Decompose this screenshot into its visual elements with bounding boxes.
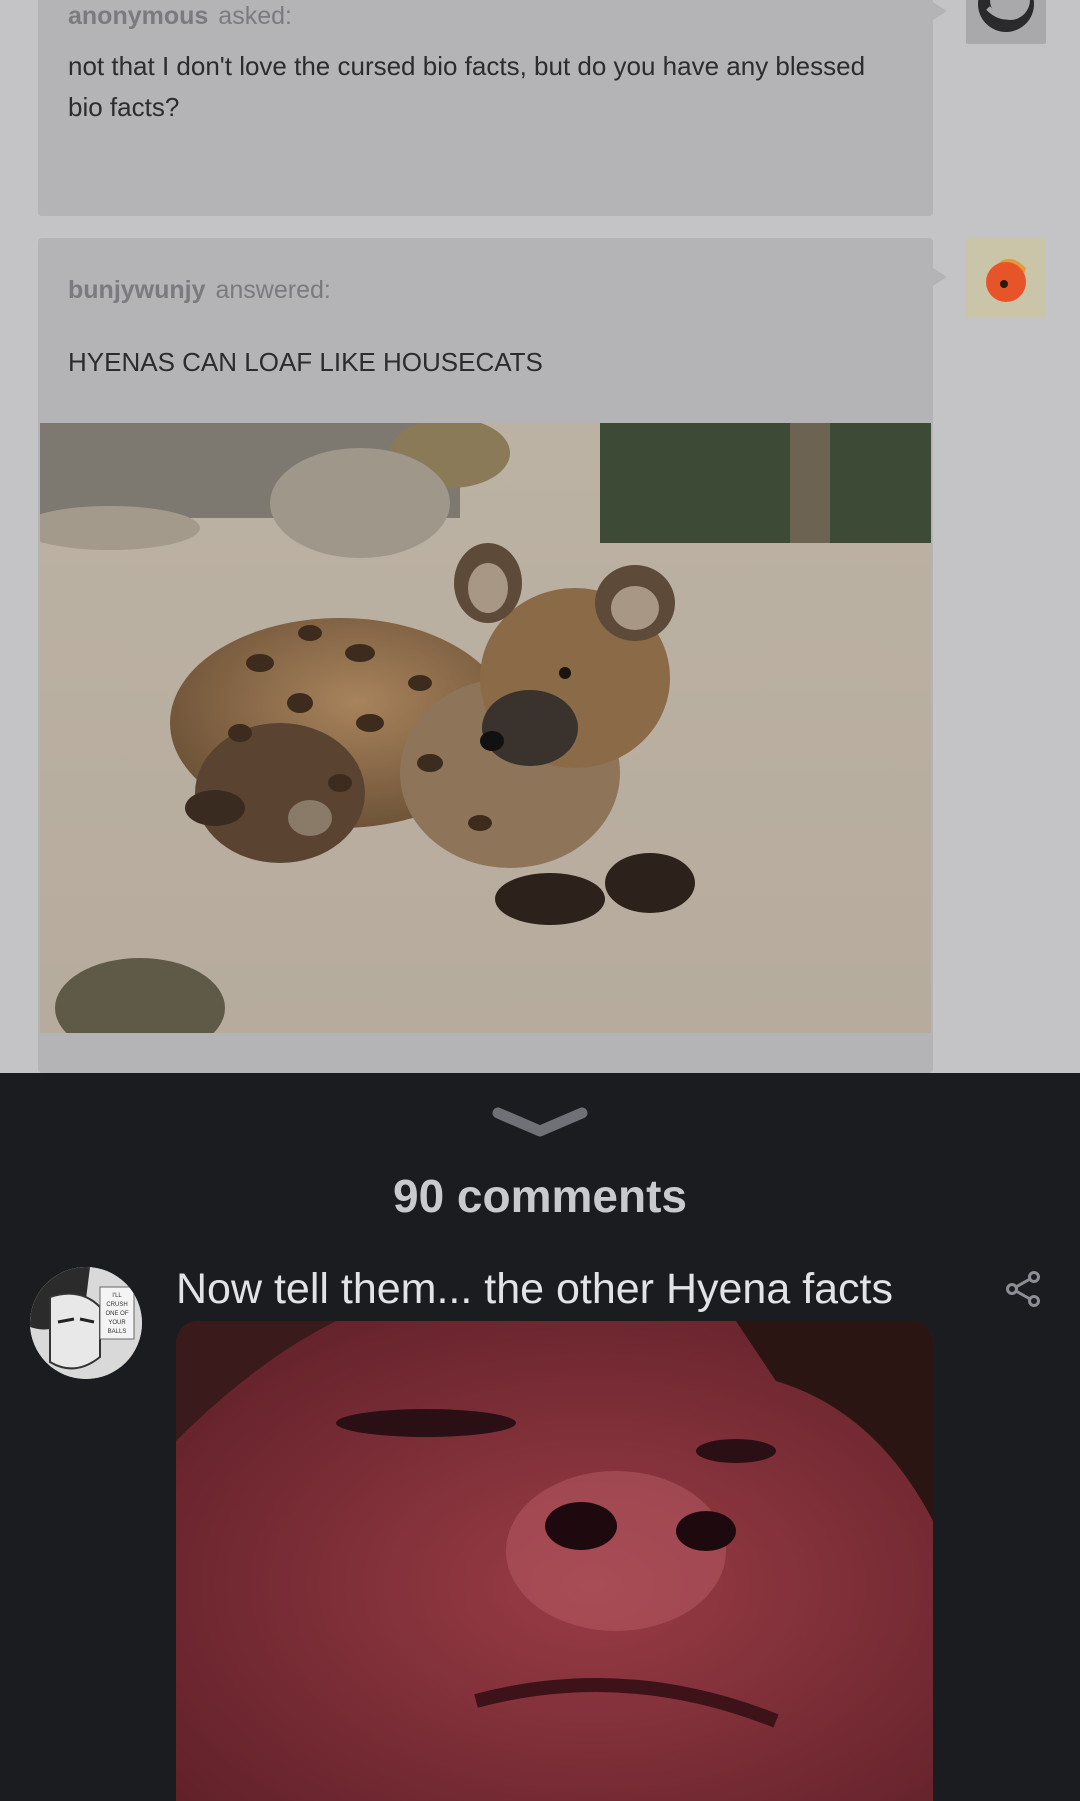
avatar-caption-5: BALLS [108,1329,127,1335]
ask-card: anonymous asked: not that I don't love th… [38,0,947,216]
hyena-photo[interactable] [40,423,931,1033]
avatar-caption-2: CRUSH [106,1302,127,1308]
chevron-down-icon[interactable] [490,1103,590,1148]
ask-bubble-tail [933,2,947,20]
comment-text: Now tell them... the other Hyena facts [176,1265,893,1313]
avatar-caption-1: I'LL [112,1293,122,1299]
answer-action: answered: [215,276,331,304]
asker-avatar[interactable] [966,0,1046,44]
answer-bubble-tail [933,268,947,286]
answerer-avatar[interactable] [966,238,1046,318]
comments-count: 90 comments [392,1170,687,1222]
commenter-avatar[interactable]: I'LL CRUSH ONE OF YOUR BALLS [30,1267,142,1379]
ask-username[interactable]: anonymous [68,2,208,30]
comment-reaction-image[interactable] [176,1321,933,1801]
answer-username[interactable]: bunjywunjy [68,276,206,304]
comments-sheet: 90 comments I'LL CRUSH ONE OF YOUR BALLS… [0,1073,1080,1801]
answer-meta: bunjywunjy answered: [68,276,331,305]
ask-question-text: not that I don't love the cursed bio fac… [68,51,866,122]
post-area: anonymous asked: not that I don't love th… [0,0,1080,1073]
answer-text: HYENAS CAN LOAF LIKE HOUSECATS [68,347,543,377]
answer-card: bunjywunjy answered: HYENAS CAN LOAF LIKE… [38,238,947,1073]
avatar-caption-4: YOUR [108,1320,126,1326]
avatar-caption-3: ONE OF [105,1311,128,1317]
ask-meta: anonymous asked: [68,2,292,31]
ask-action: asked: [218,2,292,30]
share-icon[interactable] [1004,1269,1044,1314]
